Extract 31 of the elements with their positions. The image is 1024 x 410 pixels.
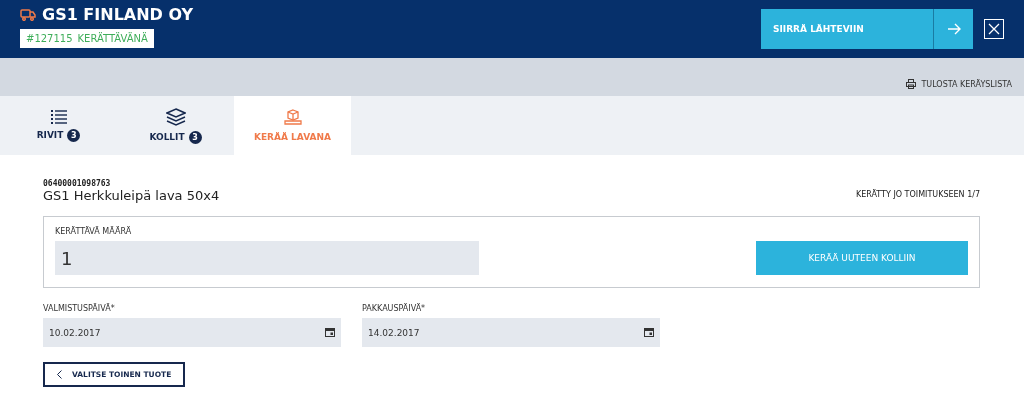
field-label: VALMISTUSPÄIVÄ* bbox=[43, 304, 116, 313]
calendar-icon bbox=[644, 328, 654, 337]
close-icon bbox=[988, 23, 1000, 35]
collected-status: KERÄTTY JO TOIMITUKSEEN 1/7 bbox=[855, 190, 980, 199]
arrow-right-icon bbox=[946, 23, 961, 35]
product-name: GS1 Herkkuleipä lava 50x4 bbox=[43, 188, 220, 203]
quantity-field[interactable]: 1 bbox=[55, 241, 479, 275]
list-icon bbox=[50, 109, 67, 124]
field-label: KERÄTTÄVÄ MÄÄRÄ bbox=[55, 227, 133, 236]
date-field[interactable]: 10.02.2017 bbox=[43, 318, 341, 347]
tab-label: KERÄÄ LAVANA bbox=[254, 132, 331, 142]
calendar-icon bbox=[325, 328, 335, 337]
arrow-button[interactable] bbox=[933, 9, 973, 49]
date-field[interactable]: 14.02.2017 bbox=[362, 318, 660, 347]
order-status-badge: #127115 KERÄTTÄVÄNÄ bbox=[20, 29, 154, 48]
truck-icon bbox=[20, 8, 36, 21]
count-badge: 3 bbox=[67, 128, 81, 142]
close-button[interactable] bbox=[984, 19, 1004, 39]
field-label: PAKKAUSPÄIVÄ* bbox=[362, 304, 427, 313]
printer-icon bbox=[906, 79, 917, 89]
tab-label: RIVIT bbox=[36, 130, 64, 140]
company-name: GS1 FINLAND OY bbox=[42, 5, 194, 24]
count-badge: 3 bbox=[188, 130, 202, 144]
tab[interactable]: RIVIT 3 bbox=[0, 96, 117, 155]
tab[interactable]: KOLLIT 3 bbox=[117, 96, 234, 155]
chevron-left-icon bbox=[57, 370, 62, 379]
print-link[interactable]: TULOSTA KERÄYSLISTA bbox=[906, 79, 1012, 89]
layers-icon bbox=[165, 107, 186, 126]
product-code: 06400001098763 bbox=[43, 179, 112, 188]
box-icon bbox=[283, 109, 302, 127]
tab-label: KOLLIT bbox=[149, 132, 185, 142]
